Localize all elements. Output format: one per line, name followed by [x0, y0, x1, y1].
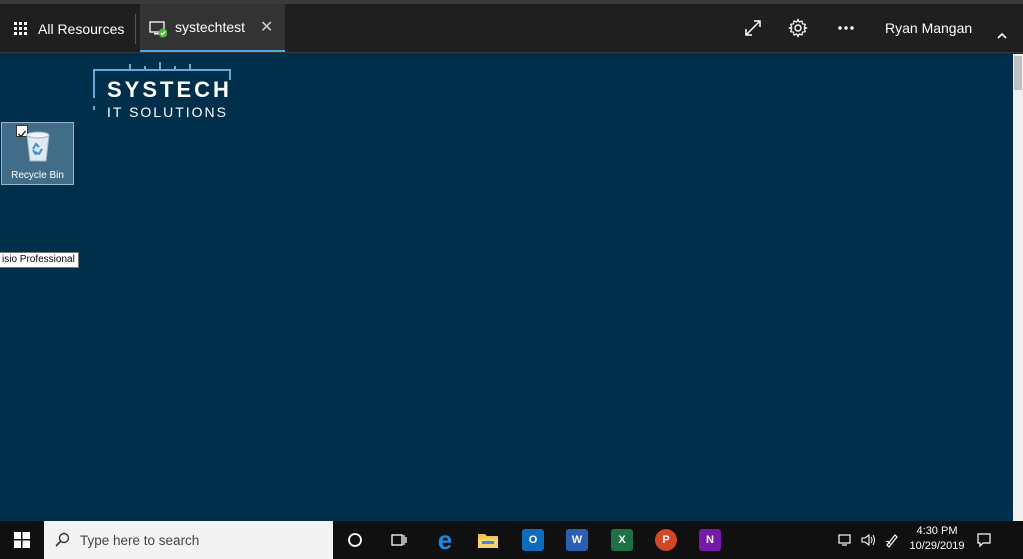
tooltip: isio Professional: [0, 252, 79, 268]
clock-date: 10/29/2019: [909, 540, 965, 552]
recycle-bin-label: Recycle Bin: [11, 170, 64, 181]
remote-desktop-header: All Resources systechtest ✕ Ryan Mangan: [0, 4, 1023, 53]
logo-line-2: IT SOLUTIONS: [107, 104, 228, 120]
clock-time: 4:30 PM: [916, 525, 958, 537]
edge-browser-icon[interactable]: e: [423, 521, 467, 559]
network-icon[interactable]: [836, 521, 856, 559]
system-clock[interactable]: 4:30 PM 10/29/2019: [908, 524, 966, 554]
user-name[interactable]: Ryan Mangan: [885, 20, 972, 36]
volume-icon[interactable]: [858, 521, 878, 559]
excel-icon[interactable]: X: [600, 521, 644, 559]
header-divider: [135, 14, 136, 44]
windows-logo-icon: [14, 532, 30, 548]
search-placeholder: Type here to search: [80, 532, 200, 548]
scrollbar-thumb[interactable]: [1014, 56, 1022, 90]
tab-systechtest[interactable]: systechtest ✕: [140, 4, 285, 53]
pen-ink-icon[interactable]: [882, 521, 902, 559]
outlook-icon[interactable]: O: [511, 521, 555, 559]
search-icon: [55, 532, 70, 547]
more-options-icon[interactable]: [834, 16, 858, 40]
action-center-icon[interactable]: [972, 521, 996, 559]
recycle-bin-icon: [26, 131, 50, 162]
settings-gear-icon[interactable]: [786, 16, 810, 40]
taskbar-search-box[interactable]: Type here to search: [44, 521, 333, 559]
collapse-chevron-up-icon[interactable]: [996, 30, 1008, 42]
file-explorer-icon[interactable]: [466, 521, 510, 559]
remote-desktop-area[interactable]: SYSTECH IT SOLUTIONS Recycle Bin isio Pr…: [0, 54, 1013, 521]
logo-line-1: SYSTECH: [107, 77, 232, 102]
systech-logo: SYSTECH IT SOLUTIONS: [90, 60, 240, 120]
powerpoint-icon[interactable]: P: [644, 521, 688, 559]
task-view-icon[interactable]: [377, 521, 421, 559]
vertical-scrollbar[interactable]: [1013, 54, 1023, 521]
windows-taskbar: Type here to search e O W X P N 4:30 PM …: [0, 521, 1023, 559]
onenote-icon[interactable]: N: [688, 521, 732, 559]
close-tab-icon[interactable]: ✕: [260, 17, 273, 37]
cortana-icon[interactable]: [333, 521, 377, 559]
app-launcher-icon: [14, 21, 28, 36]
all-resources-button[interactable]: All Resources: [14, 4, 124, 53]
all-resources-label: All Resources: [38, 20, 125, 37]
header-bottom-border: [0, 52, 1023, 53]
word-icon[interactable]: W: [555, 521, 599, 559]
fullscreen-expand-icon[interactable]: [741, 16, 765, 40]
tab-label: systechtest: [175, 19, 246, 35]
monitor-connected-icon: [149, 21, 167, 38]
recycle-bin-desktop-icon[interactable]: Recycle Bin: [1, 122, 74, 185]
start-button[interactable]: [0, 521, 44, 559]
